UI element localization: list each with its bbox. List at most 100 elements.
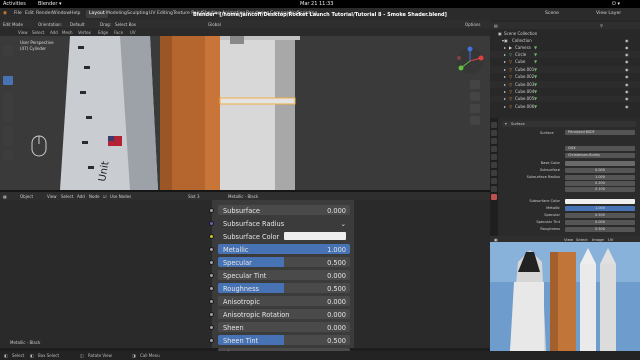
editor-type-icon[interactable]: ▦ xyxy=(3,194,7,199)
modifier-tab-icon[interactable] xyxy=(491,170,497,176)
input-socket[interactable] xyxy=(209,246,214,252)
collection-row[interactable]: ▾▣ Collection ◉ xyxy=(490,37,640,44)
visibility-icon[interactable]: ◉ xyxy=(625,89,629,94)
outliner-item[interactable]: ▸ ▽ Cube.006 ▼ ◉ xyxy=(490,103,640,110)
rotate-tool-icon[interactable] xyxy=(3,102,13,111)
orientation-select[interactable]: Default xyxy=(70,22,85,27)
node-input-row[interactable]: Metallic 1.000 xyxy=(209,244,350,254)
node-input-row[interactable]: Specular Tint 0.000 xyxy=(209,270,350,280)
property-field[interactable]: 0.000 xyxy=(565,220,635,225)
perspective-toggle-icon[interactable] xyxy=(470,116,480,125)
color-swatch[interactable] xyxy=(284,232,346,240)
property-field[interactable]: 0.100 xyxy=(565,187,635,192)
node-input-row[interactable]: Specular 0.500 xyxy=(209,257,350,267)
menu-vertex[interactable]: Vertex xyxy=(78,30,91,35)
node-input-row[interactable]: Sheen 0.000 xyxy=(209,322,350,332)
node-input-row[interactable]: Anisotropic Rotation 0.000 xyxy=(209,309,350,319)
property-field[interactable]: 0.500 xyxy=(565,227,635,232)
system-tray-icon[interactable]: ⏻ ▾ xyxy=(612,1,620,7)
annotate-tool-icon[interactable] xyxy=(3,126,13,135)
menu-add[interactable]: Add xyxy=(50,30,58,35)
visibility-icon[interactable]: ◉ xyxy=(625,38,629,43)
expand-arrow-icon[interactable]: ▸ xyxy=(504,45,506,50)
scene-tab-icon[interactable] xyxy=(491,146,497,152)
input-socket[interactable] xyxy=(209,285,214,291)
node-input-row[interactable]: Subsurface 0.000 xyxy=(209,205,350,215)
material-tab-icon[interactable] xyxy=(491,194,497,200)
outliner-item[interactable]: ▸ ▽ Cube ▼ ◉ xyxy=(490,59,640,66)
menu-uv[interactable]: UV xyxy=(130,30,136,35)
pan-icon[interactable] xyxy=(470,92,480,101)
expand-arrow-icon[interactable]: ▸ xyxy=(504,59,506,64)
input-socket[interactable] xyxy=(209,298,214,304)
blender-logo-icon[interactable]: ◉ xyxy=(3,11,7,16)
options-button[interactable]: Options xyxy=(465,22,480,27)
reference-image-viewer[interactable] xyxy=(490,242,640,351)
input-socket[interactable] xyxy=(209,337,214,343)
property-field[interactable]: 0.000 xyxy=(565,168,635,173)
outliner-item[interactable]: ▸ ▽ Cube.001 ▼ ◉ xyxy=(490,66,640,73)
menu-select-ne[interactable]: Select xyxy=(61,194,73,199)
move-tool-icon[interactable] xyxy=(3,92,13,101)
render-tab-icon[interactable] xyxy=(491,130,497,136)
outliner-display-icon[interactable]: ▤ xyxy=(494,23,498,28)
expand-arrow-icon[interactable]: ▸ xyxy=(504,89,506,94)
menu-select[interactable]: Select xyxy=(32,30,44,35)
cursor-tool-icon[interactable] xyxy=(3,76,13,85)
property-field[interactable] xyxy=(565,161,635,166)
expand-arrow-icon[interactable]: ▸ xyxy=(504,74,506,79)
property-field[interactable]: 0.200 xyxy=(565,181,635,186)
menu-edit[interactable]: Edit xyxy=(25,11,34,16)
zoom-icon[interactable] xyxy=(470,80,480,89)
expand-arrow-icon[interactable]: ▸ xyxy=(504,104,506,109)
node-input-row[interactable]: Roughness 0.500 xyxy=(209,283,350,293)
expand-arrow-icon[interactable]: ▸ xyxy=(504,52,506,57)
outliner-item[interactable]: ▸ ▽ Cube.005 ▼ ◉ xyxy=(490,95,640,103)
subsurface-method-select[interactable]: Christensen-Burley xyxy=(565,153,635,158)
input-socket[interactable] xyxy=(209,272,214,278)
properties-editor[interactable]: ▾ Surface Surface Principled BSDF GGX Christe… xyxy=(490,118,640,242)
world-tab-icon[interactable] xyxy=(491,154,497,160)
visibility-icon[interactable]: ◉ xyxy=(625,45,629,50)
property-field[interactable] xyxy=(565,199,635,204)
surface-section-header[interactable]: ▾ Surface xyxy=(502,121,636,127)
menu-file[interactable]: File xyxy=(14,11,22,16)
menu-mesh[interactable]: Mesh xyxy=(62,30,73,35)
app-menu[interactable]: Blender ▾ xyxy=(38,1,61,7)
principled-bsdf-node[interactable]: Subsurface 0.000 Subsurface Radius ⌄ Subsurf… xyxy=(209,200,354,358)
drag-select[interactable]: Select Box xyxy=(115,22,136,27)
visibility-icon[interactable]: ◉ xyxy=(625,67,629,72)
property-field[interactable]: 1.000 xyxy=(565,175,635,180)
menu-edge[interactable]: Edge xyxy=(98,30,108,35)
chevron-down-icon[interactable]: ⌄ xyxy=(340,220,346,228)
select-tool-icon[interactable] xyxy=(3,46,13,55)
scene-collection-row[interactable]: ▣ Scene Collection xyxy=(490,30,640,37)
input-socket[interactable] xyxy=(209,324,214,330)
data-tab-icon[interactable] xyxy=(491,186,497,192)
distribution-select[interactable]: GGX xyxy=(565,146,635,151)
outliner-item[interactable]: ▸ ▽ Cube.002 ▼ ◉ xyxy=(490,74,640,81)
measure-tool-icon[interactable] xyxy=(3,136,13,145)
view-layer-selector[interactable]: View Layer xyxy=(596,11,621,16)
expand-arrow-icon[interactable]: ▸ xyxy=(504,67,506,72)
menu-face[interactable]: Face xyxy=(114,30,123,35)
node-input-row[interactable]: Sheen Tint 0.500 xyxy=(209,335,350,345)
slot-select[interactable]: Slot 3 xyxy=(188,194,199,199)
node-input-row[interactable]: Subsurface Radius ⌄ xyxy=(209,218,350,228)
property-field[interactable]: 0.500 xyxy=(565,213,635,218)
menu-view[interactable]: View xyxy=(18,30,28,35)
visibility-icon[interactable]: ◉ xyxy=(625,74,629,79)
output-tab-icon[interactable] xyxy=(491,138,497,144)
clock[interactable]: Mar 21 11:33 xyxy=(300,1,333,7)
input-socket[interactable] xyxy=(209,220,214,226)
scale-tool-icon[interactable] xyxy=(3,112,13,121)
scene-selector[interactable]: Scene xyxy=(545,11,559,16)
surface-shader-select[interactable]: Principled BSDF xyxy=(565,130,635,135)
visibility-icon[interactable]: ◉ xyxy=(625,104,629,109)
menu-help[interactable]: Help xyxy=(70,11,80,16)
outliner-item[interactable]: ▸ ▽ Cube.003 ▼ ◉ xyxy=(490,81,640,88)
outliner-item[interactable]: ▸ ▽ Circle ▼ ◉ xyxy=(490,51,640,58)
input-socket[interactable] xyxy=(209,259,214,265)
input-socket[interactable] xyxy=(209,207,214,213)
activities-button[interactable]: Activities xyxy=(3,1,26,7)
